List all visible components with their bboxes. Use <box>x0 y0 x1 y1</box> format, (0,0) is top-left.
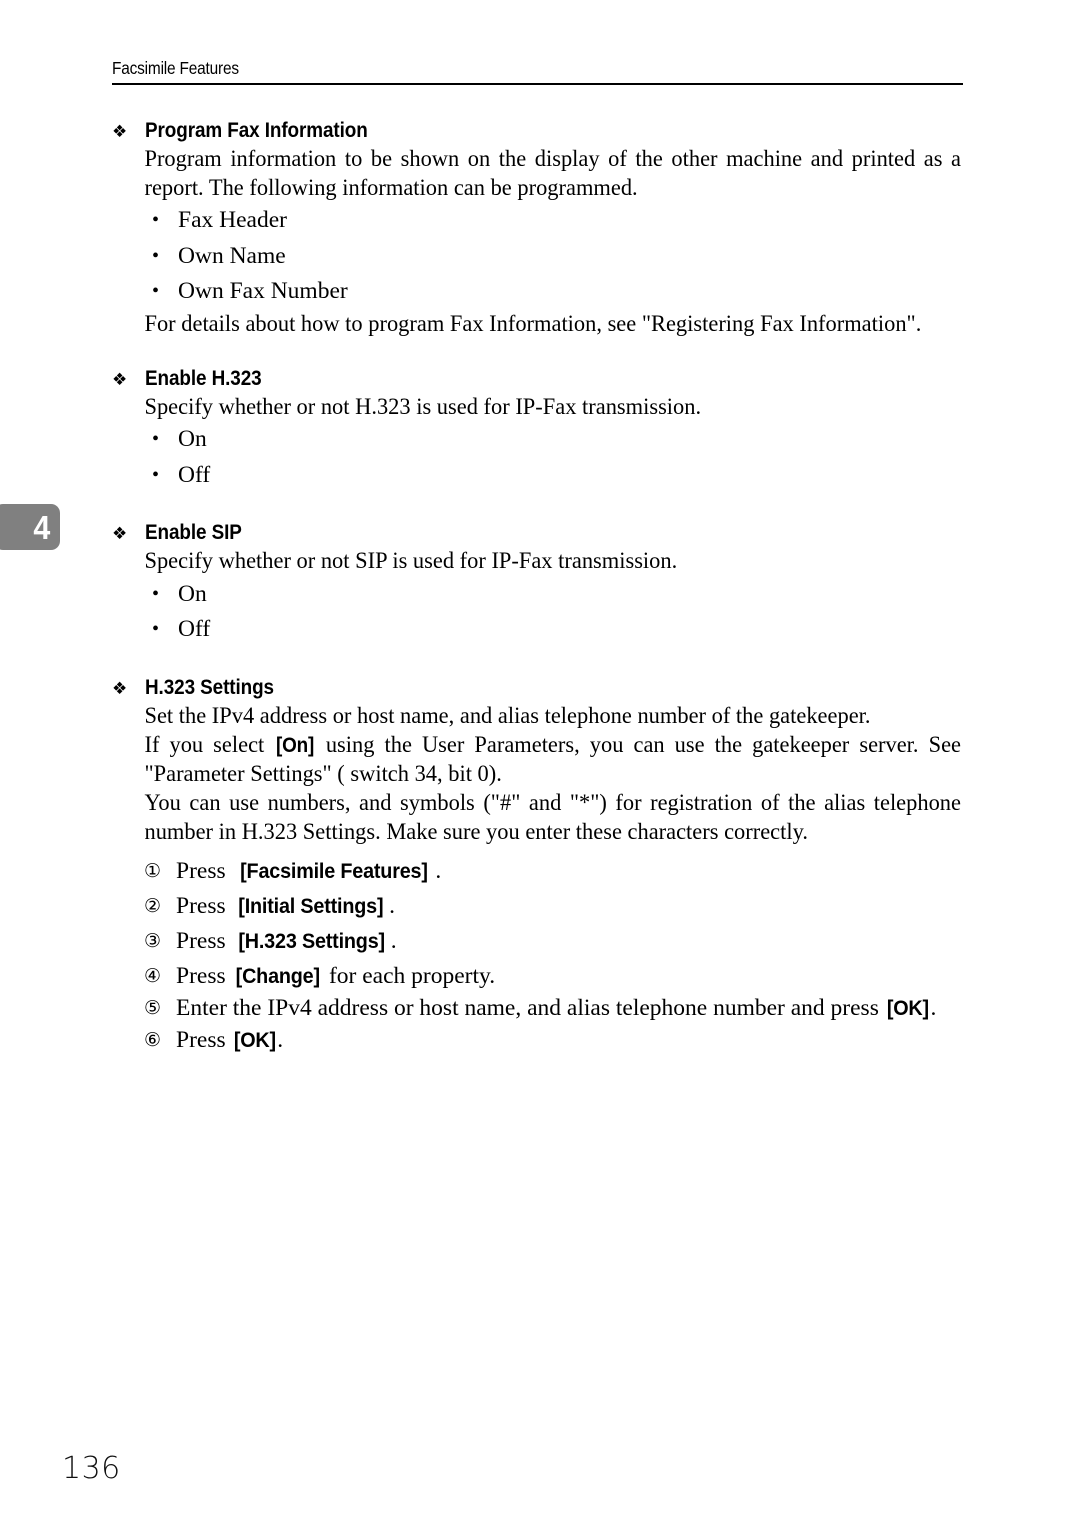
list-item: • Off <box>112 458 963 494</box>
h323-paragraph-1: Set the IPv4 address or host name, and a… <box>144 702 871 729</box>
step-text-after: for each property. <box>323 962 496 989</box>
section-heading-label: H.323 Settings <box>145 675 274 699</box>
section-heading: ❖ Enable SIP <box>112 520 963 547</box>
section-heading: ❖ H.323 Settings <box>112 675 963 702</box>
floret-icon: ❖ <box>112 678 128 699</box>
circled-number-icon: ⑥ <box>144 1029 162 1052</box>
section-h323-settings: ❖ H.323 Settings Set the IPv4 address or… <box>112 675 963 1059</box>
step-item: ② Press [Initial Settings]. <box>112 889 1021 924</box>
section-heading-label: Enable SIP <box>145 521 242 545</box>
bullet-list: • Fax Header • Own Name • Own Fax Number <box>112 203 963 310</box>
section-outro-paragraph: For details about how to program Fax Inf… <box>144 310 922 337</box>
section-heading-label: Program Fax Information <box>145 119 368 142</box>
key-label-initial-settings: [Initial Settings] <box>237 893 383 918</box>
section-program-fax-information: ❖ Program Fax Information Program inform… <box>112 118 963 339</box>
document-page: Facsimile Features 4 ❖ Program Fax Infor… <box>0 0 1080 1526</box>
section-intro-paragraph: Program information to be shown on the d… <box>144 146 961 202</box>
list-item-label: Own Fax Number <box>178 278 348 305</box>
dot-bullet-icon: • <box>152 618 160 641</box>
key-label-on: [On] <box>275 732 315 757</box>
list-item: • Fax Header <box>112 203 963 239</box>
chapter-tab: 4 <box>0 504 60 550</box>
dot-bullet-icon: • <box>152 463 160 486</box>
step-item: ⑥ Press [OK]. <box>112 1023 1021 1058</box>
step-text-before: Enter the IPv4 address or host name, and… <box>176 994 885 1021</box>
step-text-after: . <box>389 892 396 919</box>
step-item: ③ Press [H.323 Settings]. <box>112 924 1021 959</box>
section-heading: ❖ Enable H.323 <box>112 366 963 393</box>
section-heading-label: Enable H.323 <box>145 367 262 391</box>
section-heading: ❖ Program Fax Information <box>112 118 963 145</box>
list-item-label: Off <box>178 461 211 488</box>
list-item-label: Off <box>178 616 211 643</box>
list-item: • On <box>112 577 963 613</box>
page-body: ❖ Program Fax Information Program inform… <box>112 118 963 1058</box>
chapter-tab-number: 4 <box>32 508 50 546</box>
h323-paragraph-3: You can use numbers, and symbols ("#" an… <box>144 790 961 846</box>
dot-bullet-icon: • <box>152 209 160 232</box>
dot-bullet-icon: • <box>152 280 160 303</box>
section-intro-paragraph: Specify whether or not H.323 is used for… <box>144 394 702 421</box>
step-text-before: Press <box>176 857 232 884</box>
key-label-change: [Change] <box>235 963 320 988</box>
list-item: • Off <box>112 612 963 648</box>
circled-number-icon: ⑤ <box>144 996 162 1019</box>
step-text-before: Press <box>176 1027 232 1054</box>
page-number: 136 <box>62 1451 121 1486</box>
header-rule <box>112 83 963 86</box>
circled-number-icon: ③ <box>144 929 162 952</box>
step-list: ① Press [Facsimile Features]. ② Press [Ini… <box>112 854 963 1059</box>
key-label-facsimile-features: [Facsimile Features] <box>239 858 428 883</box>
list-item: • Own Name <box>112 239 963 275</box>
bullet-list: • On • Off <box>112 422 963 493</box>
step-text-before: Press <box>176 892 232 919</box>
list-item: • Own Fax Number <box>112 274 963 310</box>
paragraph-text-before: If you select <box>144 731 275 758</box>
section-enable-sip: ❖ Enable SIP Specify whether or not SIP … <box>112 520 963 647</box>
step-item: ① Press [Facsimile Features]. <box>112 854 1021 889</box>
list-item-label: On <box>178 580 207 607</box>
circled-number-icon: ④ <box>144 964 162 987</box>
step-item: ⑤ Enter the IPv4 address or host name, an… <box>112 994 1021 1024</box>
section-enable-h323: ❖ Enable H.323 Specify whether or not H.… <box>112 366 963 493</box>
h323-paragraph-2: If you select [On] using the User Parame… <box>112 731 961 789</box>
step-text-before: Press <box>176 962 232 989</box>
step-text-after: . <box>277 1027 284 1054</box>
floret-icon: ❖ <box>112 524 128 545</box>
header-title: Facsimile Features <box>112 58 239 78</box>
list-item-label: Own Name <box>178 242 286 269</box>
key-label-ok: [OK] <box>233 1028 276 1053</box>
circled-number-icon: ① <box>144 859 162 882</box>
step-text-after: . <box>390 927 397 954</box>
step-text-after: . <box>930 994 937 1021</box>
list-item: • On <box>112 422 963 458</box>
dot-bullet-icon: • <box>152 244 160 267</box>
list-item-label: Fax Header <box>178 207 287 234</box>
running-header: Facsimile Features <box>112 58 963 86</box>
key-label-ok: [OK] <box>886 995 929 1020</box>
circled-number-icon: ② <box>144 894 162 917</box>
floret-icon: ❖ <box>112 122 128 142</box>
dot-bullet-icon: • <box>152 582 160 605</box>
floret-icon: ❖ <box>112 370 128 391</box>
section-intro-paragraph: Specify whether or not SIP is used for I… <box>144 548 678 575</box>
step-text-before: Press <box>176 927 232 954</box>
list-item-label: On <box>178 426 207 453</box>
dot-bullet-icon: • <box>152 428 160 451</box>
bullet-list: • On • Off <box>112 577 963 648</box>
key-label-h323-settings: [H.323 Settings] <box>237 928 385 953</box>
step-text-after: . <box>435 857 442 884</box>
step-item: ④ Press [Change] for each property. <box>112 959 1021 994</box>
